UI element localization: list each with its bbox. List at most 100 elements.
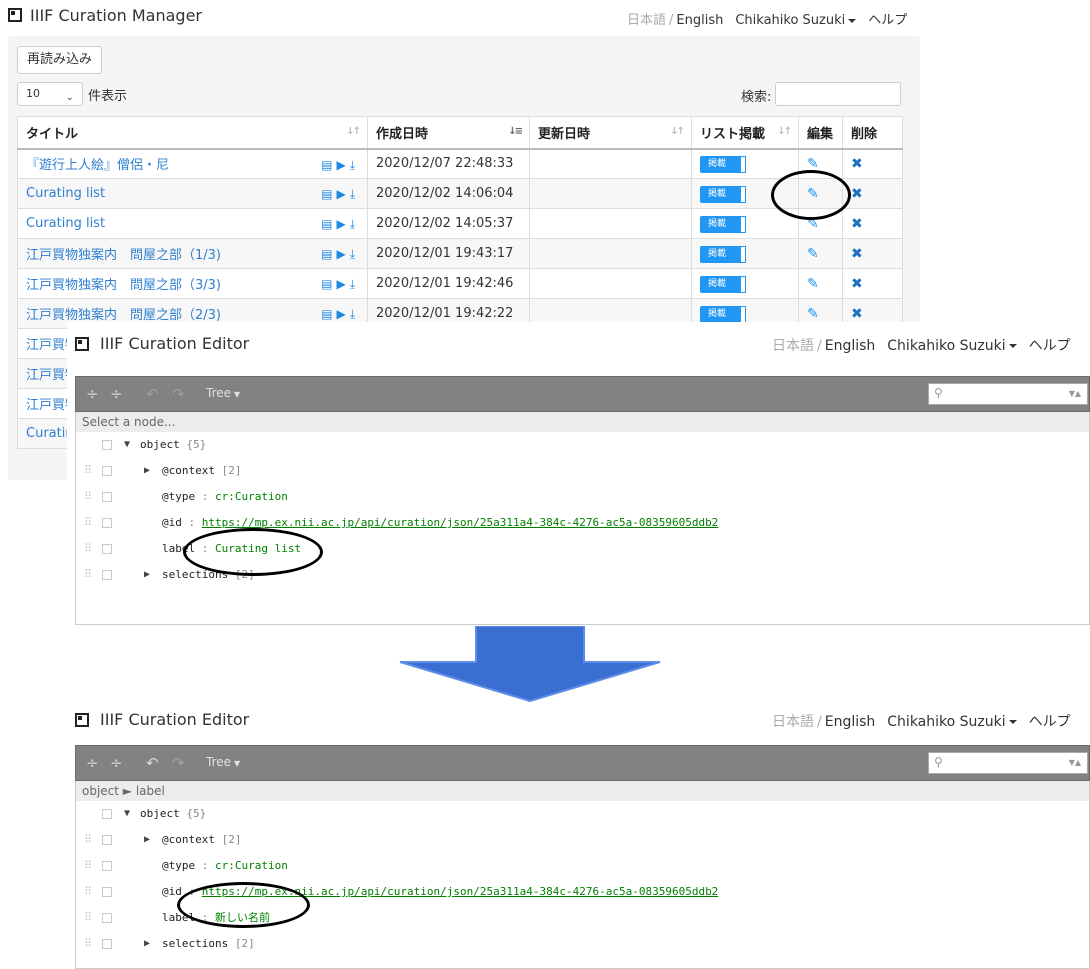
help-link[interactable]: ヘルプ xyxy=(1029,714,1071,730)
delete-icon[interactable]: ✖ xyxy=(851,156,863,172)
tree-node-row[interactable]: ⠿ ▶ @context [2] xyxy=(76,458,1089,484)
manager-brand[interactable]: IIIF Curation Manager xyxy=(30,6,202,25)
mode-menu[interactable]: Tree ▼ xyxy=(206,386,240,400)
download-icon[interactable]: ⤓ xyxy=(350,158,359,172)
lang-ja-link[interactable]: 日本語 xyxy=(627,13,666,28)
viewer-icon[interactable]: ▤ xyxy=(321,247,336,261)
editor-brand[interactable]: IIIF Curation Editor xyxy=(100,334,249,353)
expand-all-icon[interactable]: ÷ xyxy=(86,754,99,772)
tree-search-input[interactable]: ⚲ ▼▲ xyxy=(928,752,1088,774)
drag-handle-icon[interactable]: ⠿ xyxy=(84,562,92,588)
user-menu[interactable]: Chikahiko Suzuki xyxy=(735,13,857,28)
drag-handle-icon[interactable]: ⠿ xyxy=(84,931,92,957)
tree-node-row[interactable]: ⠿ ▶ selections [2] xyxy=(76,931,1089,957)
expand-toggle-icon[interactable]: ▶ xyxy=(144,458,150,484)
redo-icon[interactable]: ↷ xyxy=(172,754,185,772)
lang-en-link[interactable]: English xyxy=(825,338,876,354)
context-menu-button[interactable] xyxy=(102,518,112,528)
collapse-all-icon[interactable]: ÷ xyxy=(110,754,123,772)
collapse-toggle-icon[interactable]: ▼ xyxy=(124,801,130,827)
help-link[interactable]: ヘルプ xyxy=(1029,338,1071,354)
page-length-select[interactable]: 10 ⌄ xyxy=(17,82,83,106)
viewer-icon[interactable]: ▤ xyxy=(321,217,336,231)
drag-handle-icon[interactable]: ⠿ xyxy=(84,458,92,484)
delete-icon[interactable]: ✖ xyxy=(851,216,863,232)
row-title-link[interactable]: Curating list xyxy=(26,216,105,231)
listed-toggle[interactable]: 掲載 xyxy=(700,185,746,203)
row-title-cell[interactable]: 『遊行上人絵』僧侶・尼 ▤▶⤓ xyxy=(17,148,368,179)
row-title-link[interactable]: Curating list xyxy=(26,186,105,201)
tree-node-row[interactable]: ⠿ @type : cr:Curation xyxy=(76,853,1089,879)
user-menu[interactable]: Chikahiko Suzuki xyxy=(887,338,1017,354)
edit-icon[interactable]: ✎ xyxy=(807,306,819,322)
reload-button[interactable]: 再読み込み xyxy=(17,46,103,74)
play-icon[interactable]: ▶ xyxy=(336,187,349,201)
delete-icon[interactable]: ✖ xyxy=(851,276,863,292)
context-menu-button[interactable] xyxy=(102,913,112,923)
drag-handle-icon[interactable]: ⠿ xyxy=(84,510,92,536)
row-title-link[interactable]: 『遊行上人絵』僧侶・尼 xyxy=(26,158,169,173)
tree-node-row[interactable]: ⠿ ▶ @context [2] xyxy=(76,827,1089,853)
drag-handle-icon[interactable]: ⠿ xyxy=(84,853,92,879)
tree-node-row[interactable]: ⠿ @type : cr:Curation xyxy=(76,484,1089,510)
edit-icon[interactable]: ✎ xyxy=(807,276,819,292)
tree-node-row[interactable]: ▼ object {5} xyxy=(76,801,1089,827)
user-menu[interactable]: Chikahiko Suzuki xyxy=(887,714,1017,730)
row-title-link[interactable]: 江戸買物独案内 問屋之部（3/3) xyxy=(26,278,221,293)
listed-toggle[interactable]: 掲載 xyxy=(700,275,746,293)
drag-handle-icon[interactable]: ⠿ xyxy=(84,879,92,905)
context-menu-button[interactable] xyxy=(102,544,112,554)
editor-brand[interactable]: IIIF Curation Editor xyxy=(100,710,249,729)
context-menu-button[interactable] xyxy=(102,861,112,871)
delete-icon[interactable]: ✖ xyxy=(851,186,863,202)
expand-toggle-icon[interactable]: ▶ xyxy=(144,827,150,853)
undo-icon[interactable]: ↶ xyxy=(146,385,159,403)
drag-handle-icon[interactable]: ⠿ xyxy=(84,827,92,853)
delete-icon[interactable]: ✖ xyxy=(851,306,863,322)
context-menu-button[interactable] xyxy=(102,570,112,580)
undo-icon[interactable]: ↶ xyxy=(146,754,159,772)
id-value-link[interactable]: https://mp.ex.nii.ac.jp/api/curation/jso… xyxy=(202,516,719,529)
type-value[interactable]: cr:Curation xyxy=(215,859,288,872)
play-icon[interactable]: ▶ xyxy=(336,307,349,321)
play-icon[interactable]: ▶ xyxy=(336,158,349,172)
listed-toggle[interactable]: 掲載 xyxy=(700,155,746,173)
lang-en-link[interactable]: English xyxy=(676,13,723,28)
listed-toggle[interactable]: 掲載 xyxy=(700,305,746,323)
column-listed-header[interactable]: リスト掲載 ↓↑ xyxy=(691,116,799,150)
viewer-icon[interactable]: ▤ xyxy=(321,307,336,321)
tree-search-input[interactable]: ⚲ ▼▲ xyxy=(928,383,1088,405)
expand-all-icon[interactable]: ÷ xyxy=(86,385,99,403)
context-menu-button[interactable] xyxy=(102,466,112,476)
row-title-cell[interactable]: 江戸買物独案内 問屋之部（3/3) ▤▶⤓ xyxy=(17,268,368,299)
context-menu-button[interactable] xyxy=(102,809,112,819)
column-created-header[interactable]: 作成日時 ↓≡ xyxy=(367,116,530,150)
download-icon[interactable]: ⤓ xyxy=(350,187,359,201)
column-updated-header[interactable]: 更新日時 ↓↑ xyxy=(529,116,692,150)
download-icon[interactable]: ⤓ xyxy=(350,217,359,231)
context-menu-button[interactable] xyxy=(102,440,112,450)
row-title-link[interactable]: 江戸買物独案内 問屋之部（2/3) xyxy=(26,308,221,323)
type-value[interactable]: cr:Curation xyxy=(215,490,288,503)
expand-toggle-icon[interactable]: ▶ xyxy=(144,562,150,588)
row-title-cell[interactable]: Curating list ▤▶⤓ xyxy=(17,178,368,209)
drag-handle-icon[interactable]: ⠿ xyxy=(84,484,92,510)
context-menu-button[interactable] xyxy=(102,835,112,845)
search-nav-arrows-icon[interactable]: ▼▲ xyxy=(1069,758,1081,767)
help-link[interactable]: ヘルプ xyxy=(868,13,907,28)
lang-en-link[interactable]: English xyxy=(825,714,876,730)
drag-handle-icon[interactable]: ⠿ xyxy=(84,905,92,931)
lang-ja-link[interactable]: 日本語 xyxy=(772,338,814,354)
context-menu-button[interactable] xyxy=(102,939,112,949)
search-input[interactable] xyxy=(775,82,901,106)
play-icon[interactable]: ▶ xyxy=(336,277,349,291)
download-icon[interactable]: ⤓ xyxy=(350,247,359,261)
row-title-cell[interactable]: 江戸買物独案内 問屋之部（1/3) ▤▶⤓ xyxy=(17,238,368,269)
viewer-icon[interactable]: ▤ xyxy=(321,158,336,172)
expand-toggle-icon[interactable]: ▶ xyxy=(144,931,150,957)
play-icon[interactable]: ▶ xyxy=(336,217,349,231)
listed-toggle[interactable]: 掲載 xyxy=(700,215,746,233)
collapse-all-icon[interactable]: ÷ xyxy=(110,385,123,403)
viewer-icon[interactable]: ▤ xyxy=(321,277,336,291)
mode-menu[interactable]: Tree ▼ xyxy=(206,755,240,769)
